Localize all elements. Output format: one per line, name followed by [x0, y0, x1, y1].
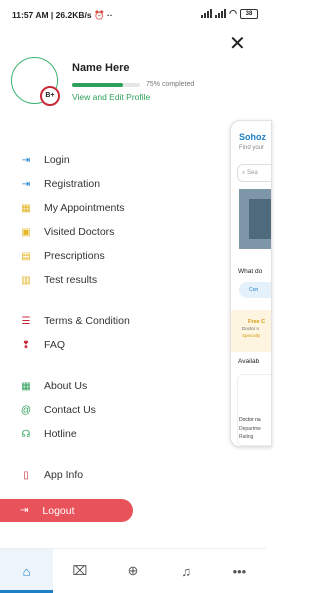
- menu-item-label: My Appointments: [44, 202, 125, 214]
- battery-icon: 38: [240, 8, 258, 19]
- registration-icon: ⇥: [21, 178, 31, 190]
- menu-item-contact[interactable]: @ Contact Us: [18, 398, 218, 422]
- tab-hospitals[interactable]: ⌧: [53, 549, 106, 593]
- more-icon: •••: [232, 563, 247, 579]
- status-bar: 11:57 AM | 26.2KB/s ⏰ ·· ◠ 38: [0, 0, 266, 30]
- profile-name: Name Here: [72, 62, 130, 74]
- tab-home[interactable]: ⌂: [0, 549, 54, 593]
- menu-item-label: Terms & Condition: [44, 315, 130, 327]
- status-left: 11:57 AM | 26.2KB/s ⏰ ··: [12, 10, 113, 20]
- menu-item-label: Hotline: [44, 428, 77, 440]
- tab-notifications[interactable]: ♫: [160, 549, 213, 593]
- list-icon: ☰: [21, 315, 31, 327]
- preview-section-1: What do: [238, 268, 263, 275]
- menu-item-registration[interactable]: ⇥ Registration: [18, 172, 218, 196]
- close-icon[interactable]: ✕: [229, 31, 246, 56]
- menu-item-hotline[interactable]: ☊ Hotline: [18, 422, 218, 446]
- menu-item-test-results[interactable]: ▥ Test results: [18, 268, 218, 292]
- menu-item-label: Prescriptions: [44, 250, 105, 262]
- drawer-menu: ⇥ Login ⇥ Registration ▦ My Appointments…: [18, 148, 218, 487]
- status-right: ◠ 38: [201, 8, 258, 19]
- bottom-navigation: ⌂ ⌧ ⊕ ♫ •••: [0, 548, 266, 593]
- edit-profile-link[interactable]: View and Edit Profile: [72, 92, 150, 102]
- doctor-bag-icon: ▣: [21, 226, 31, 238]
- battery-level: 38: [245, 10, 253, 17]
- preview-title: Sohoz: [239, 132, 266, 142]
- preview-subtitle: Find your: [239, 145, 265, 151]
- logout-label: Logout: [42, 504, 75, 517]
- progress-text: 75% completed: [146, 81, 195, 88]
- signal-icon-2: [215, 9, 227, 18]
- preview-section-2: Availab: [238, 358, 260, 365]
- login-icon: ⇥: [21, 154, 31, 166]
- building-icon: ▦: [21, 380, 31, 392]
- menu-item-label: Test results: [44, 274, 98, 286]
- logout-button[interactable]: ⇥ Logout: [0, 499, 133, 522]
- menu-item-label: Registration: [44, 178, 101, 190]
- menu-item-visited-doctors[interactable]: ▣ Visited Doctors: [18, 220, 218, 244]
- logout-icon: ⇥: [20, 505, 29, 516]
- menu-item-faq[interactable]: ❢ FAQ: [18, 333, 218, 357]
- status-time: 11:57 AM: [12, 10, 49, 20]
- menu-item-label: Visited Doctors: [44, 226, 115, 238]
- prescription-icon: ▤: [21, 250, 31, 262]
- preview-promo: [231, 310, 271, 352]
- bell-icon: ♫: [181, 563, 192, 579]
- progress-fill: [72, 83, 123, 87]
- preview-banner-detail: [249, 199, 271, 239]
- menu-item-label: FAQ: [44, 339, 66, 351]
- menu-item-app-info[interactable]: ▯ App Info: [18, 463, 218, 487]
- menu-item-login[interactable]: ⇥ Login: [18, 148, 218, 172]
- preview-pill: Con: [239, 282, 271, 298]
- preview-promo-line: Doctor n: [242, 326, 260, 331]
- menu-item-label: About Us: [44, 380, 88, 392]
- blood-group-badge: B+: [40, 86, 60, 106]
- add-location-icon: ⊕: [127, 563, 139, 578]
- signal-icon: [201, 9, 213, 18]
- tab-add[interactable]: ⊕: [106, 549, 159, 593]
- more-status-icon: ··: [106, 10, 113, 20]
- wifi-icon: ◠: [229, 8, 237, 18]
- preview-search: ⌕ Sea: [237, 164, 271, 182]
- menu-item-prescriptions[interactable]: ▤ Prescriptions: [18, 244, 218, 268]
- home-icon: ⌂: [22, 563, 31, 579]
- menu-item-label: Login: [44, 154, 70, 166]
- calendar-icon: ▦: [21, 202, 31, 214]
- preview-promo-title: Free C: [248, 319, 266, 325]
- preview-search-text: Sea: [247, 170, 258, 176]
- menu-item-label: App Info: [44, 469, 84, 481]
- menu-item-about[interactable]: ▦ About Us: [18, 374, 218, 398]
- background-app-preview[interactable]: Sohoz Find your ⌕ Sea What do Con Free C…: [230, 120, 272, 447]
- menu-item-appointments[interactable]: ▦ My Appointments: [18, 196, 218, 220]
- tab-more[interactable]: •••: [213, 549, 266, 593]
- preview-doctor-rating: Rating: [239, 434, 254, 440]
- status-speed: 26.2KB/s: [55, 10, 92, 20]
- test-results-icon: ▥: [21, 274, 31, 286]
- preview-doctor-department: Departme: [239, 426, 261, 432]
- menu-item-terms[interactable]: ☰ Terms & Condition: [18, 309, 218, 333]
- hospital-icon: ⌧: [72, 563, 88, 578]
- preview-promo-specialty: Specialty: [242, 333, 261, 338]
- menu-item-label: Contact Us: [44, 404, 96, 416]
- preview-doctor-name: Doctor na: [239, 417, 261, 423]
- at-sign-icon: @: [20, 404, 32, 416]
- faq-icon: ❢: [21, 339, 31, 351]
- phone-icon: ▯: [23, 469, 29, 481]
- headset-icon: ☊: [21, 428, 31, 440]
- alarm-icon: ⏰: [93, 10, 105, 20]
- profile-progress-bar: [72, 83, 140, 87]
